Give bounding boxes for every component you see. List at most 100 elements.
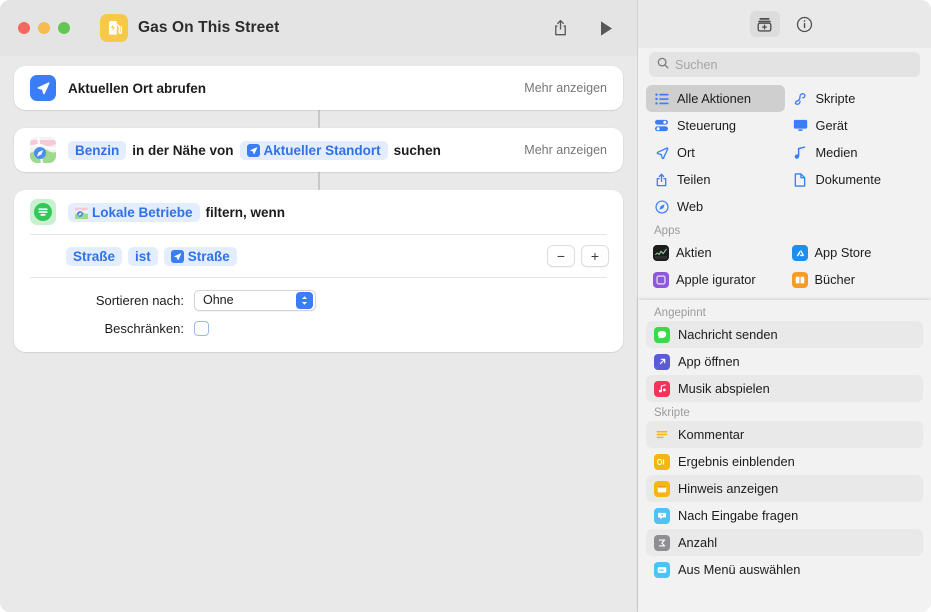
share-icon — [653, 173, 670, 187]
scripts-icon — [792, 92, 809, 106]
list-item-ergebnis-einblenden[interactable]: Ergebnis einblenden — [646, 448, 923, 475]
remove-condition-button[interactable]: − — [547, 245, 575, 267]
location-arrow-icon — [30, 75, 56, 101]
action-connector — [317, 172, 320, 190]
list-item-musik-abspielen[interactable]: Musik abspielen — [646, 375, 923, 402]
play-icon — [600, 20, 612, 36]
traffic-lights — [18, 22, 70, 34]
action-card-search-maps[interactable]: Benzin in der Nähe von Aktueller Standor… — [14, 128, 623, 172]
action-library-button[interactable] — [749, 11, 780, 37]
parameter-token-input[interactable]: Lokale Betriebe — [68, 202, 200, 222]
show-alert-icon — [654, 480, 670, 497]
category-skripte[interactable]: Skripte — [785, 85, 924, 112]
category-label: Skripte — [815, 91, 856, 106]
app-item-apple-configurator[interactable]: Apple igurator — [646, 266, 785, 293]
list-item-label: Hinweis anzeigen — [678, 481, 779, 496]
maps-icon — [75, 205, 88, 219]
condition-value-token[interactable]: Straße — [163, 246, 237, 266]
parameter-token-location[interactable]: Aktueller Standort — [239, 140, 388, 160]
sort-option-row: Sortieren nach: Ohne — [14, 286, 623, 314]
list-item-kommentar[interactable]: Kommentar — [646, 421, 923, 448]
list-item-label: Nach Eingabe fragen — [678, 508, 799, 523]
library-toolbar — [638, 0, 931, 48]
music-icon — [654, 380, 670, 397]
category-label: Medien — [815, 145, 858, 160]
category-label: Gerät — [815, 118, 848, 133]
info-button[interactable] — [790, 11, 820, 37]
condition-field-token[interactable]: Straße — [66, 246, 123, 266]
zoom-button[interactable] — [58, 22, 70, 34]
open-app-icon — [654, 353, 670, 370]
search-field[interactable]: Suchen — [649, 52, 920, 77]
location-arrow-icon — [246, 143, 260, 157]
list-item-nachricht-senden[interactable]: Nachricht senden — [646, 321, 923, 348]
token-label: Straße — [187, 248, 230, 264]
action-row: Benzin in der Nähe von Aktueller Standor… — [14, 128, 623, 172]
list-item-label: Musik abspielen — [678, 381, 770, 396]
list-item-nach-eingabe-fragen[interactable]: Nach Eingabe fragen — [646, 502, 923, 529]
app-label: Aktien — [676, 245, 712, 260]
action-library-icon — [757, 17, 772, 32]
pinned-list: Nachricht senden App öffnen Musik abspie… — [638, 321, 931, 402]
app-label: Apple igurator — [676, 272, 756, 287]
comment-icon — [654, 427, 670, 443]
action-row: Aktuellen Ort abrufen Mehr anzeigen — [14, 66, 623, 110]
location-arrow-icon — [170, 249, 184, 263]
scripts-list: Kommentar Ergebnis einblenden Hinweis an… — [638, 421, 931, 583]
list-item-label: Nachricht senden — [678, 327, 778, 342]
category-medien[interactable]: Medien — [785, 139, 924, 166]
sort-label: Sortieren nach: — [95, 292, 184, 308]
web-icon — [653, 199, 670, 214]
minimize-button[interactable] — [38, 22, 50, 34]
category-geraet[interactable]: Gerät — [785, 112, 924, 139]
show-more-link[interactable]: Mehr anzeigen — [524, 143, 607, 157]
condition-buttons: − + — [547, 245, 609, 267]
list-item-label: Aus Menü auswählen — [678, 562, 801, 577]
category-all-actions[interactable]: Alle Aktionen — [646, 85, 785, 112]
action-connector — [317, 110, 320, 128]
title-bar: Gas On This Street — [0, 0, 637, 56]
location-icon — [653, 146, 670, 160]
token-label: Lokale Betriebe — [92, 204, 193, 220]
list-item-app-oeffnen[interactable]: App öffnen — [646, 348, 923, 375]
actions-canvas: Aktuellen Ort abrufen Mehr anzeigen Benz… — [0, 56, 637, 612]
share-button[interactable] — [545, 13, 575, 43]
limit-checkbox[interactable] — [194, 320, 209, 336]
condition-operator-token[interactable]: ist — [128, 246, 158, 266]
action-card-filter[interactable]: Lokale Betriebe filtern, wenn Straße ist — [14, 190, 623, 352]
category-label: Web — [677, 199, 704, 214]
chevron-updown-icon — [296, 292, 313, 309]
app-item-app-store[interactable]: App Store — [785, 239, 924, 266]
category-web[interactable]: Web — [646, 193, 785, 220]
app-item-buecher[interactable]: Bücher — [785, 266, 924, 293]
list-item-label: Kommentar — [678, 427, 745, 442]
list-item-aus-menue-auswaehlen[interactable]: Aus Menü auswählen — [646, 556, 923, 583]
add-condition-button[interactable]: + — [581, 245, 609, 267]
close-button[interactable] — [18, 22, 30, 34]
category-dokumente[interactable]: Dokumente — [785, 166, 924, 193]
choose-menu-icon — [654, 561, 670, 578]
limit-label: Beschränken: — [104, 320, 185, 336]
list-item-anzahl[interactable]: Anzahl — [646, 529, 923, 556]
category-steuerung[interactable]: Steuerung — [646, 112, 785, 139]
category-ort[interactable]: Ort — [646, 139, 785, 166]
apps-grid: Aktien App Store Apple igurator Bücher — [638, 239, 931, 293]
app-label: App Store — [814, 245, 872, 260]
token-label: Aktueller Standort — [263, 142, 381, 158]
category-label: Steuerung — [677, 118, 737, 133]
action-row: Lokale Betriebe filtern, wenn — [14, 190, 623, 234]
appstore-icon — [791, 244, 808, 261]
sort-select[interactable]: Ohne — [194, 289, 316, 311]
category-teilen[interactable]: Teilen — [646, 166, 785, 193]
app-label: Bücher — [814, 272, 856, 287]
action-card-get-location[interactable]: Aktuellen Ort abrufen Mehr anzeigen — [14, 66, 623, 110]
list-item-hinweis-anzeigen[interactable]: Hinweis anzeigen — [646, 475, 923, 502]
media-icon — [792, 145, 809, 160]
parameter-token-query[interactable]: Benzin — [68, 140, 127, 160]
share-icon — [554, 19, 566, 36]
show-more-link[interactable]: Mehr anzeigen — [524, 81, 607, 95]
apps-section-header: Apps — [654, 225, 681, 237]
shortcuts-window: Gas On This Street Aktuellen Ort abrufen… — [0, 0, 931, 612]
app-item-aktien[interactable]: Aktien — [646, 239, 785, 266]
run-button[interactable] — [591, 13, 621, 43]
